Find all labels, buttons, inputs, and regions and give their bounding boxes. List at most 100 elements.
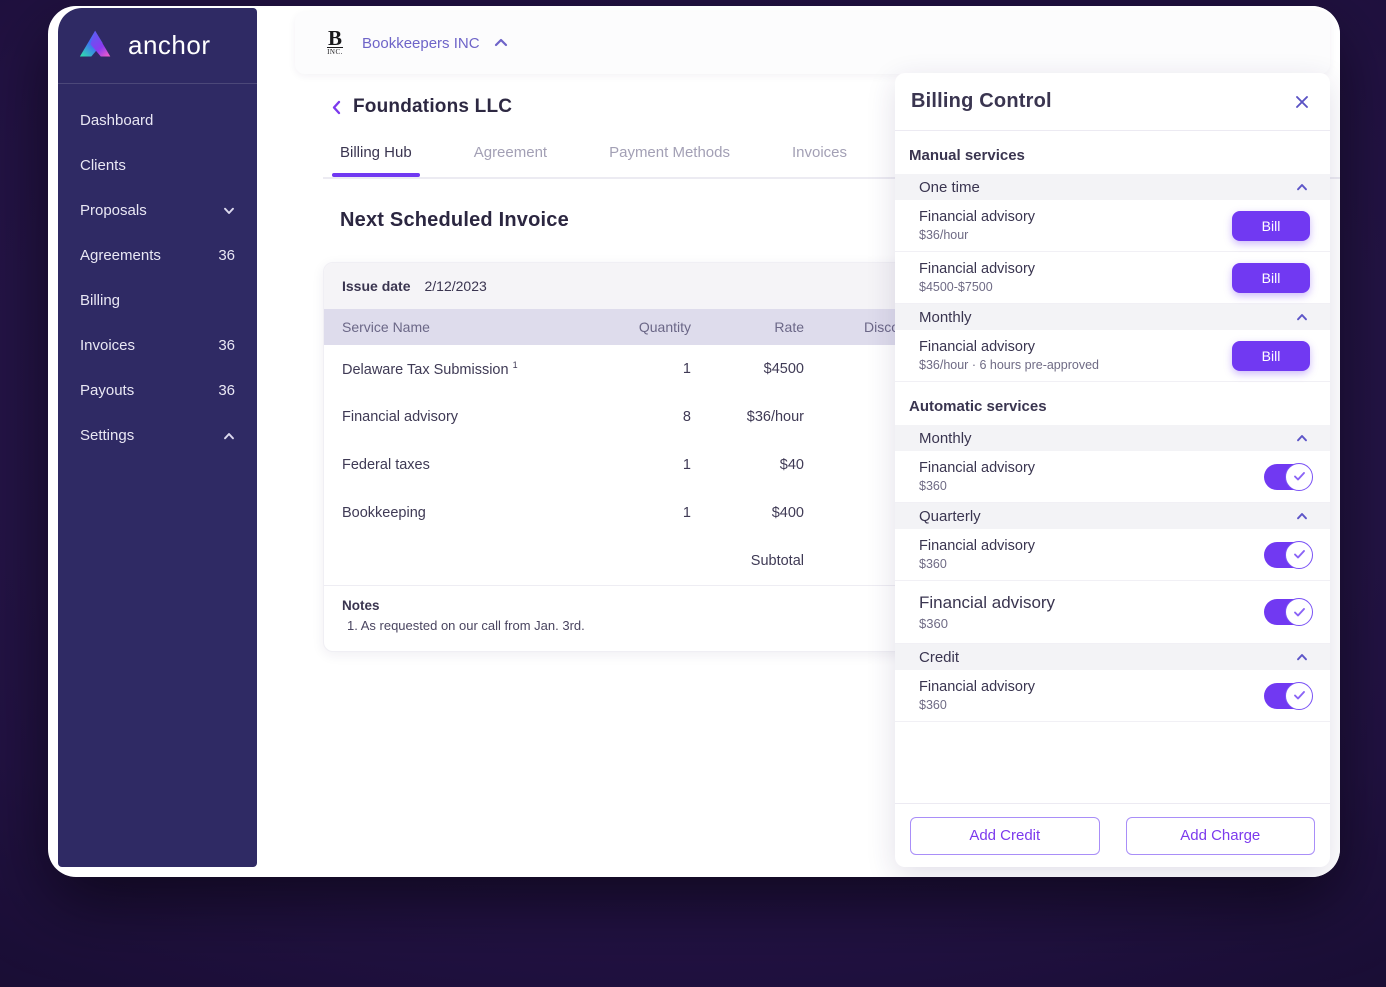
sidebar-item-label: Payouts — [80, 382, 135, 399]
quantity-cell: 1 — [682, 361, 691, 377]
manual-services-label: Manual services — [909, 147, 1025, 164]
check-icon — [1293, 550, 1305, 559]
issue-date-value: 2/12/2023 — [424, 278, 487, 294]
check-icon — [1293, 691, 1305, 700]
rate-cell: $4500 — [763, 361, 804, 377]
sidebar-item-badge: 36 — [218, 247, 235, 264]
sidebar-nav: Dashboard Clients Proposals Agreements 3… — [58, 84, 257, 458]
issue-date-label: Issue date — [342, 278, 411, 294]
brand-header: anchor — [58, 8, 257, 84]
service-group-one-time[interactable]: One time — [895, 174, 1330, 200]
sidebar-item-proposals[interactable]: Proposals — [58, 188, 257, 233]
service-name: Financial advisory — [919, 538, 1036, 554]
quantity-cell: 8 — [682, 409, 691, 425]
chevron-up-icon — [1297, 513, 1307, 520]
service-toggle-on[interactable] — [1264, 540, 1313, 569]
sidebar-item-label: Invoices — [80, 337, 136, 354]
tab-billing-hub[interactable]: Billing Hub — [332, 144, 420, 177]
service-row: Financial advisory $4500-$7500 Bill — [895, 252, 1330, 304]
service-row: Financial advisory $360 — [895, 529, 1330, 581]
tab-payment-methods[interactable]: Payment Methods — [609, 144, 730, 177]
chevron-up-icon — [1297, 654, 1307, 661]
sidebar-item-settings[interactable]: Settings — [58, 413, 257, 458]
chevron-up-icon — [1297, 314, 1307, 321]
service-detail: $360 — [919, 479, 947, 493]
service-row: Financial advisory $360 — [895, 670, 1330, 722]
sidebar-item-label: Billing — [80, 292, 121, 309]
service-name: Financial advisory — [919, 679, 1036, 695]
service-detail: $360 — [919, 698, 947, 712]
chevron-up-icon — [224, 432, 234, 439]
service-detail: $36/hour — [919, 228, 969, 242]
bill-button[interactable]: Bill — [1232, 262, 1310, 293]
service-group-label: Credit — [919, 648, 960, 666]
add-charge-button[interactable]: Add Charge — [1125, 816, 1315, 855]
tab-invoices[interactable]: Invoices — [792, 144, 847, 177]
service-group-credit[interactable]: Credit — [895, 644, 1330, 670]
chevron-up-icon — [494, 34, 508, 52]
service-name: Financial advisory — [919, 209, 1036, 225]
service-group-quarterly[interactable]: Quarterly — [895, 503, 1330, 529]
service-group-label: Monthly — [919, 308, 972, 326]
service-row: Financial advisory $360 — [895, 581, 1330, 644]
sidebar-item-agreements[interactable]: Agreements 36 — [58, 233, 257, 278]
service-detail: $360 — [919, 557, 947, 571]
quantity-cell: 1 — [682, 505, 691, 521]
service-name-cell: Bookkeeping — [342, 505, 426, 521]
panel-title: Billing Control — [911, 90, 1052, 112]
service-name: Financial advisory — [919, 460, 1036, 476]
sidebar-item-label: Dashboard — [80, 112, 154, 129]
service-toggle-on[interactable] — [1264, 681, 1313, 710]
company-name: Bookkeepers INC — [362, 34, 480, 52]
page-title: Foundations LLC — [353, 96, 513, 117]
automatic-services-list: Monthly Financial advisory $360 Quarterl… — [895, 425, 1330, 722]
sidebar-item-clients[interactable]: Clients — [58, 143, 257, 188]
service-group-label: Quarterly — [919, 507, 981, 525]
service-row: Financial advisory $36/hour Bill — [895, 200, 1330, 252]
sidebar-item-invoices[interactable]: Invoices 36 — [58, 323, 257, 368]
sidebar-item-badge: 36 — [218, 337, 235, 354]
quantity-cell: 1 — [682, 457, 691, 473]
service-toggle-on[interactable] — [1264, 462, 1313, 491]
sidebar-item-dashboard[interactable]: Dashboard — [58, 98, 257, 143]
bill-button[interactable]: Bill — [1232, 340, 1310, 371]
chevron-up-icon — [1297, 184, 1307, 191]
service-group-label: One time — [919, 178, 980, 196]
app-window: B INC. Bookkeepers INC Foundations LLC B… — [48, 6, 1340, 877]
service-row: Financial advisory $360 — [895, 451, 1330, 503]
column-header: Rate — [774, 319, 804, 335]
billing-control-panel: Billing Control Manual services One time… — [895, 73, 1330, 867]
service-name: Financial advisory — [919, 339, 1036, 355]
service-group-monthly[interactable]: Monthly — [895, 425, 1330, 451]
column-header: Service Name — [342, 319, 430, 335]
subtotal-label: Subtotal — [750, 553, 804, 569]
service-group-monthly[interactable]: Monthly — [895, 304, 1330, 330]
sidebar-item-label: Proposals — [80, 202, 147, 219]
sidebar-item-label: Agreements — [80, 247, 161, 264]
service-toggle-on[interactable] — [1264, 598, 1313, 626]
service-detail: $36/hour · 6 hours pre-approved — [919, 358, 1099, 372]
service-name-cell: Financial advisory — [342, 409, 459, 425]
bill-button[interactable]: Bill — [1232, 210, 1310, 241]
close-icon[interactable] — [1294, 94, 1310, 110]
sidebar-item-payouts[interactable]: Payouts 36 — [58, 368, 257, 413]
rate-cell: $40 — [779, 457, 804, 473]
automatic-services-label: Automatic services — [909, 398, 1047, 415]
add-credit-button[interactable]: Add Credit — [910, 816, 1100, 855]
panel-body: Manual services One time Financial advis… — [895, 131, 1330, 803]
company-logo-sub: INC. — [327, 47, 343, 57]
chevron-down-icon — [224, 207, 234, 214]
back-icon[interactable] — [332, 100, 341, 115]
panel-footer: Add Credit Add Charge — [895, 803, 1330, 867]
sidebar: anchor Dashboard Clients Proposals Agree… — [58, 8, 257, 867]
service-name: Financial advisory — [919, 593, 1056, 612]
manual-services-list: One time Financial advisory $36/hour Bil… — [895, 174, 1330, 382]
tab-agreement[interactable]: Agreement — [474, 144, 547, 177]
company-logo-letter: B — [327, 25, 342, 50]
company-selector[interactable]: B INC. Bookkeepers INC — [295, 12, 1330, 74]
sidebar-item-billing[interactable]: Billing — [58, 278, 257, 323]
sidebar-item-label: Settings — [80, 427, 135, 444]
service-name: Financial advisory — [919, 261, 1036, 277]
sidebar-item-badge: 36 — [218, 382, 235, 399]
rate-cell: $400 — [771, 505, 804, 521]
